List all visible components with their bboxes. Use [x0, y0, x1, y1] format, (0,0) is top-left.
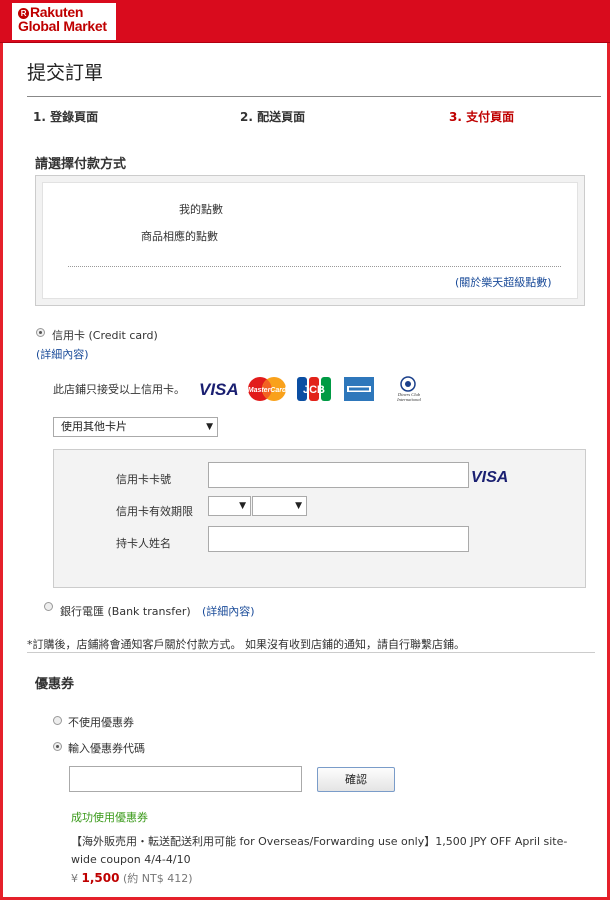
card-select-value: 使用其他卡片: [61, 420, 127, 433]
credit-card-label[interactable]: 信用卡 (Credit card): [52, 327, 158, 343]
my-points-label: 我的點數: [179, 203, 223, 216]
card-number-input[interactable]: [208, 462, 469, 488]
mastercard-logo: MasterCard: [248, 377, 287, 401]
price-approx: (約 NT$ 412): [119, 872, 193, 885]
step-shipping: 2. 配送頁面: [240, 110, 306, 124]
chevron-down-icon: ▼: [295, 501, 302, 511]
holder-name-input[interactable]: [208, 526, 469, 552]
card-number-label: 信用卡卡號: [116, 473, 171, 486]
header-bar: R Rakuten Global Market: [0, 0, 610, 43]
visa-card-icon: VISA: [471, 469, 508, 486]
bank-transfer-label[interactable]: 銀行電匯 (Bank transfer): [60, 603, 191, 619]
bank-transfer-radio[interactable]: [44, 602, 53, 611]
svg-text:MasterCard: MasterCard: [248, 387, 287, 394]
expiry-month-select[interactable]: ▼: [208, 496, 251, 516]
points-panel: 我的點數 商品相應的點數 (關於樂天超級點數): [42, 182, 578, 299]
page-title: 提交訂單: [27, 62, 104, 84]
svg-text:JCB: JCB: [303, 384, 325, 396]
points-box: 我的點數 商品相應的點數 (關於樂天超級點數): [35, 175, 585, 306]
expiry-label: 信用卡有效期限: [116, 505, 193, 518]
chevron-down-icon: ▼: [206, 422, 213, 432]
card-form-panel: 信用卡卡號 VISA 信用卡有效期限 ▼ ▼ 持卡人姓名: [53, 449, 586, 588]
accepted-cards-text: 此店鋪只接受以上信用卡。: [53, 383, 185, 396]
product-points-label: 商品相應的點數: [141, 230, 218, 243]
price-amount: 1,500: [81, 871, 120, 885]
bank-transfer-details-link[interactable]: (詳細內容): [202, 603, 255, 619]
svg-text:VISA: VISA: [471, 469, 508, 486]
jcb-logo: JCB: [297, 377, 331, 401]
rakuten-logo[interactable]: R Rakuten Global Market: [12, 3, 116, 40]
diners-club-logo: Diners Club International: [396, 376, 422, 402]
payment-note: *訂購後，店鋪將會通知客戶關於付款方式。 如果沒有收到店鋪的通知，請自行聯繫店鋪…: [27, 638, 465, 651]
about-points-link[interactable]: (關於樂天超級點數): [455, 274, 552, 290]
points-dotted-divider: [68, 266, 561, 267]
no-coupon-radio[interactable]: [53, 716, 62, 725]
title-divider: [27, 96, 601, 97]
brand-line2: Global Market: [18, 18, 107, 34]
confirm-coupon-button[interactable]: 確認: [317, 767, 395, 792]
credit-card-details-link[interactable]: (詳細內容): [36, 346, 89, 362]
credit-card-radio[interactable]: [36, 328, 45, 337]
price-symbol: ¥: [71, 872, 82, 885]
coupon-success-text: 成功使用優惠券: [71, 811, 148, 824]
chevron-down-icon: ▼: [239, 501, 246, 511]
enter-coupon-label[interactable]: 輸入優惠券代碼: [68, 740, 145, 756]
expiry-year-select[interactable]: ▼: [252, 496, 307, 516]
coupon-heading: 優惠券: [35, 677, 75, 692]
coupon-code-input[interactable]: [69, 766, 302, 792]
section-divider: [27, 652, 595, 653]
svg-text:VISA: VISA: [199, 380, 239, 399]
coupon-price: ¥ 1,500 (約 NT$ 412): [71, 870, 192, 886]
visa-logo: VISA: [199, 380, 239, 399]
step-payment: 3. 支付頁面: [449, 110, 515, 124]
holder-name-label: 持卡人姓名: [116, 537, 171, 550]
coupon-description: 【海外販売用・転送配送利用可能 for Overseas/Forwarding …: [71, 835, 568, 866]
svg-text:International: International: [396, 397, 421, 402]
payment-heading: 請選擇付款方式: [35, 157, 127, 172]
card-select[interactable]: 使用其他卡片 ▼: [53, 417, 218, 437]
amex-logo: [344, 377, 374, 401]
enter-coupon-radio[interactable]: [53, 742, 62, 751]
step-login: 1. 登錄頁面: [33, 110, 99, 124]
no-coupon-label[interactable]: 不使用優惠券: [68, 714, 134, 730]
